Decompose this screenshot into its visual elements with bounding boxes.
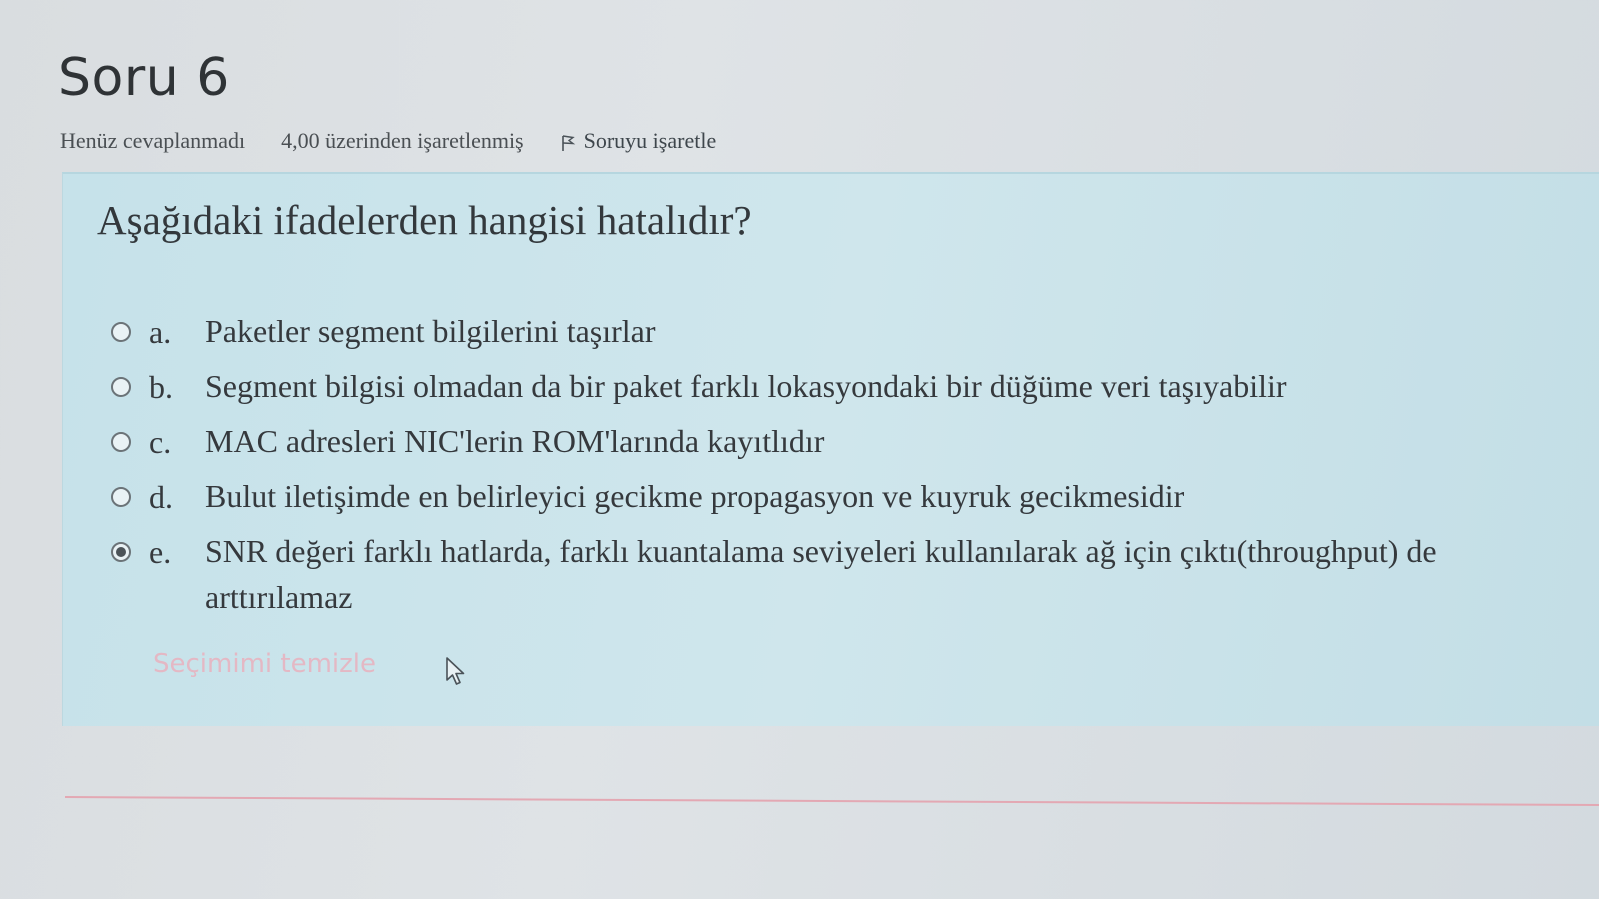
radio-button[interactable] — [111, 432, 131, 452]
flag-question-link[interactable]: Soruyu işaretle — [560, 128, 717, 154]
question-prompt: Aşağıdaki ifadelerden hangisi hatalıdır? — [97, 197, 752, 243]
question-grade: 4,00 üzerinden işaretlenmiş — [281, 128, 524, 153]
clear-choice-link[interactable]: Seçimimi temizle — [153, 649, 376, 679]
question-info: Henüz cevaplanmadı 4,00 üzerinden işaret… — [60, 128, 716, 154]
answer-letter: b. — [149, 369, 173, 405]
answer-list: a. Paketler segment bilgilerini taşırlar… — [111, 313, 1599, 634]
question-panel: Aşağıdaki ifadelerden hangisi hatalıdır?… — [62, 172, 1599, 726]
answer-text: Segment bilgisi olmadan da bir paket far… — [205, 368, 1287, 404]
flag-icon — [561, 135, 575, 151]
answer-text: Paketler segment bilgilerini taşırlar — [205, 313, 656, 349]
answer-text-line-2: arttırılamaz — [205, 579, 353, 615]
question-divider — [64, 796, 1599, 807]
radio-button-selected[interactable] — [111, 542, 131, 562]
answer-letter: d. — [149, 479, 173, 515]
answer-letter: c. — [149, 424, 172, 460]
radio-button[interactable] — [111, 322, 131, 342]
answer-option-c[interactable]: c. MAC adresleri NIC'lerin ROM'larında k… — [111, 423, 1599, 479]
answer-letter: a. — [149, 314, 172, 350]
answer-text: SNR değeri farklı hatlarda, farklı kuant… — [205, 528, 1599, 620]
answer-option-b[interactable]: b. Segment bilgisi olmadan da bir paket … — [111, 368, 1599, 424]
flag-question-label: Soruyu işaretle — [583, 128, 717, 153]
answer-text-line-1: SNR değeri farklı hatlarda, farklı kuant… — [205, 533, 1437, 569]
answer-text: MAC adresleri NIC'lerin ROM'larında kayı… — [205, 423, 825, 459]
radio-button[interactable] — [111, 377, 131, 397]
answer-option-d[interactable]: d. Bulut iletişimde en belirleyici gecik… — [111, 478, 1599, 534]
answer-option-e[interactable]: e. SNR değeri farklı hatlarda, farklı ku… — [111, 533, 1599, 634]
mouse-pointer-icon — [446, 657, 465, 685]
page-title: Soru 6 — [58, 48, 230, 108]
answer-letter: e. — [149, 534, 172, 570]
answer-text: Bulut iletişimde en belirleyici gecikme … — [205, 478, 1185, 514]
radio-button[interactable] — [111, 487, 131, 507]
answer-option-a[interactable]: a. Paketler segment bilgilerini taşırlar — [111, 313, 1599, 369]
question-status: Henüz cevaplanmadı — [60, 128, 246, 153]
